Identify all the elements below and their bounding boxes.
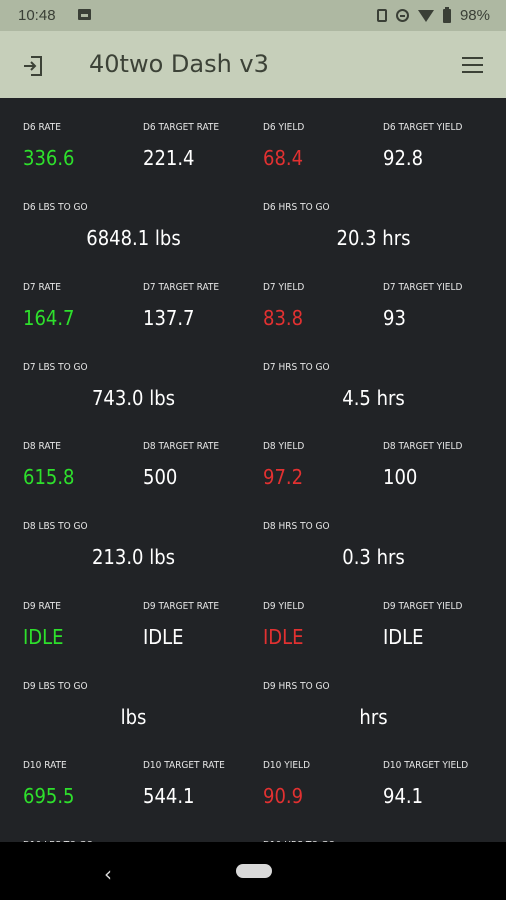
rate-value: 615.8 bbox=[23, 465, 75, 489]
target-yield-value: IDLE bbox=[383, 624, 424, 649]
target-yield-value: 94.1 bbox=[383, 784, 424, 808]
target-rate-label: D7 TARGET RATE bbox=[143, 281, 220, 293]
rate-label: D6 RATE bbox=[23, 122, 61, 133]
image-notification-icon bbox=[78, 9, 91, 20]
vibrate-icon bbox=[376, 9, 387, 22]
hamburger-menu-icon[interactable] bbox=[462, 57, 483, 74]
target-rate-value: 544.1 bbox=[143, 784, 195, 808]
lbs-to-go-label: D6 LBS TO GO bbox=[23, 202, 88, 213]
app-title: 40two Dash v3 bbox=[89, 50, 269, 78]
device-block: D9 RATE IDLE D9 TARGET RATE IDLE D9 YIELD IDL… bbox=[0, 577, 506, 737]
rate-value: 695.5 bbox=[23, 784, 75, 808]
yield-value: 90.9 bbox=[263, 784, 304, 808]
device-block: D8 RATE 615.8 D8 TARGET RATE 500 D8 YIELD 97.… bbox=[0, 417, 506, 577]
target-yield-label: D6 TARGET YIELD bbox=[383, 122, 463, 133]
app-bar: 40two Dash v3 bbox=[0, 31, 506, 98]
target-yield-label: D8 TARGET YIELD bbox=[383, 441, 463, 452]
rate-label: D8 RATE bbox=[23, 441, 61, 452]
yield-label: D8 YIELD bbox=[263, 441, 305, 452]
hrs-to-go-value: 4.5 hrs bbox=[342, 385, 405, 410]
wifi-icon bbox=[417, 9, 434, 22]
lbs-to-go-value: 743.0 lbs bbox=[91, 385, 175, 410]
hrs-to-go-value: 20.3 hrs bbox=[336, 226, 411, 250]
lbs-to-go-value: 6848.1 lbs bbox=[86, 226, 181, 250]
hrs-to-go-label: D9 HRS TO GO bbox=[263, 680, 330, 692]
rate-label: D10 RATE bbox=[23, 760, 67, 771]
nav-back-icon[interactable]: ‹ bbox=[104, 862, 112, 886]
target-rate-label: D8 TARGET RATE bbox=[143, 441, 220, 452]
hrs-to-go-label: D7 HRS TO GO bbox=[263, 361, 330, 373]
lbs-to-go-label: D9 LBS TO GO bbox=[23, 680, 88, 692]
target-yield-value: 92.8 bbox=[383, 146, 424, 170]
battery-percent: 98% bbox=[459, 7, 490, 24]
device-block: D10 RATE 695.5 D10 TARGET RATE 544.1 D10 YIE… bbox=[0, 736, 506, 842]
dashboard-content[interactable]: D6 RATE 336.6 D6 TARGET RATE 221.4 D6 YIELD 6… bbox=[0, 98, 506, 842]
lbs-to-go-label: D8 LBS TO GO bbox=[23, 521, 88, 532]
target-yield-value: 93 bbox=[383, 305, 406, 330]
rate-label: D7 RATE bbox=[23, 281, 61, 293]
lbs-to-go-value: lbs bbox=[120, 704, 147, 729]
yield-value: 97.2 bbox=[263, 465, 304, 489]
target-yield-label: D7 TARGET YIELD bbox=[383, 281, 463, 293]
hrs-to-go-value: 0.3 hrs bbox=[342, 545, 405, 569]
yield-value: 83.8 bbox=[263, 305, 304, 330]
status-icons: 98% bbox=[376, 6, 490, 24]
yield-label: D9 YIELD bbox=[263, 600, 305, 612]
hrs-to-go-label: D6 HRS TO GO bbox=[263, 202, 330, 213]
yield-label: D6 YIELD bbox=[263, 122, 305, 133]
target-rate-label: D10 TARGET RATE bbox=[143, 760, 225, 771]
device-block: D6 RATE 336.6 D6 TARGET RATE 221.4 D6 YIELD 6… bbox=[0, 98, 506, 258]
rate-value: 164.7 bbox=[23, 305, 75, 330]
nav-home-pill[interactable] bbox=[236, 864, 272, 878]
target-rate-value: 500 bbox=[143, 465, 178, 489]
target-yield-label: D9 TARGET YIELD bbox=[383, 600, 463, 612]
do-not-disturb-icon bbox=[395, 9, 409, 22]
lbs-to-go-label: D7 LBS TO GO bbox=[23, 361, 88, 373]
device-block: D7 RATE 164.7 D7 TARGET RATE 137.7 D7 YIELD 8… bbox=[0, 258, 506, 418]
yield-label: D10 YIELD bbox=[263, 760, 310, 771]
rate-value: 336.6 bbox=[23, 146, 75, 170]
target-rate-value: IDLE bbox=[143, 624, 184, 649]
yield-value: 68.4 bbox=[263, 146, 304, 170]
target-yield-label: D10 TARGET YIELD bbox=[383, 760, 469, 771]
hrs-to-go-label: D8 HRS TO GO bbox=[263, 521, 330, 532]
target-yield-value: 100 bbox=[383, 465, 418, 489]
status-bar: 10:48 98% bbox=[0, 0, 506, 31]
target-rate-label: D6 TARGET RATE bbox=[143, 122, 220, 133]
target-rate-value: 137.7 bbox=[143, 305, 195, 330]
target-rate-label: D9 TARGET RATE bbox=[143, 600, 220, 612]
yield-label: D7 YIELD bbox=[263, 281, 305, 293]
hrs-to-go-value: hrs bbox=[359, 704, 388, 729]
exit-app-icon[interactable] bbox=[22, 55, 44, 77]
battery-icon bbox=[442, 6, 451, 23]
navigation-bar: ‹ bbox=[0, 842, 506, 900]
rate-label: D9 RATE bbox=[23, 600, 61, 612]
yield-value: IDLE bbox=[263, 624, 304, 649]
status-time: 10:48 bbox=[18, 7, 56, 24]
rate-value: IDLE bbox=[23, 624, 64, 649]
target-rate-value: 221.4 bbox=[143, 146, 195, 170]
lbs-to-go-value: 213.0 lbs bbox=[91, 545, 175, 569]
